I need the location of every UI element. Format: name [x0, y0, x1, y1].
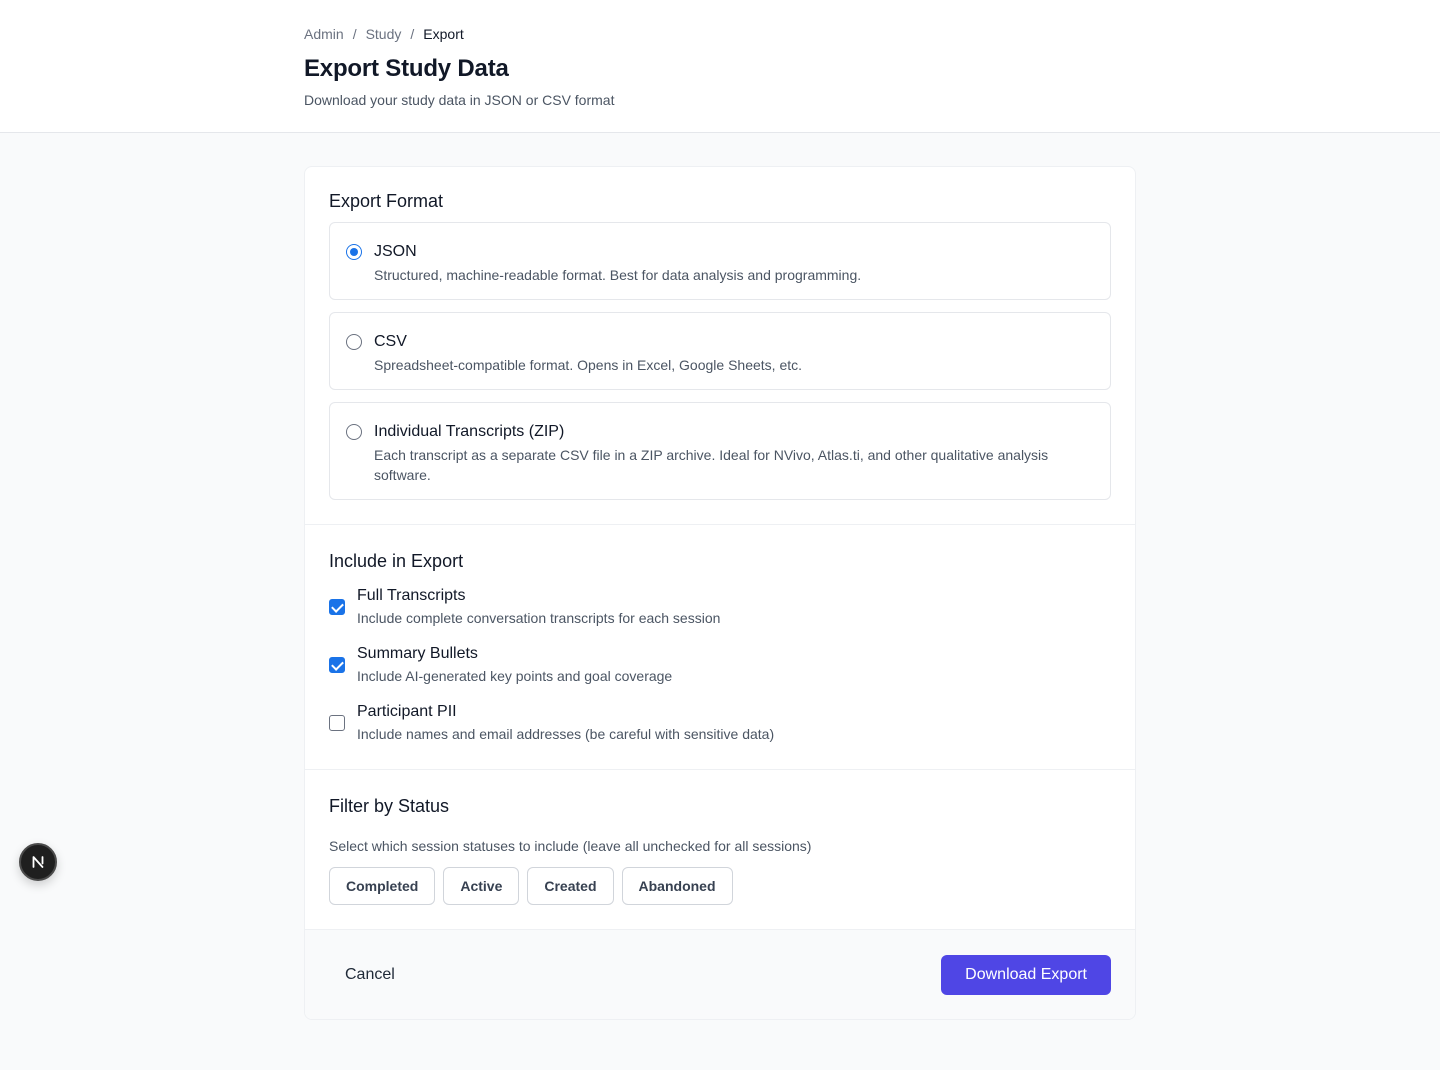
format-option-label: Individual Transcripts (ZIP)	[374, 423, 565, 440]
cancel-button[interactable]: Cancel	[329, 958, 411, 992]
export-format-section: Export Format JSON Structured, machine-r…	[305, 167, 1135, 524]
page-header: Admin / Study / Export Export Study Data…	[0, 0, 1440, 133]
include-participant-pii: Participant PII Include names and email …	[329, 702, 1111, 744]
status-filter-group: Completed Active Created Abandoned	[329, 867, 1111, 905]
format-option-label: JSON	[374, 243, 417, 260]
breadcrumb-current: Export	[423, 26, 464, 42]
export-card: Export Format JSON Structured, machine-r…	[304, 166, 1136, 1020]
section-title: Include in Export	[329, 551, 464, 571]
checkbox-description: Include complete conversation transcript…	[357, 610, 721, 626]
status-filter-completed[interactable]: Completed	[329, 867, 436, 905]
format-option-description: Spreadsheet-compatible format. Opens in …	[374, 357, 803, 373]
include-section: Include in Export Full Transcripts Inclu…	[305, 524, 1135, 769]
filter-help-text: Select which session statuses to include…	[329, 838, 812, 854]
breadcrumb-admin[interactable]: Admin	[304, 26, 344, 42]
breadcrumb-study[interactable]: Study	[366, 26, 402, 42]
checkbox-full-transcripts[interactable]	[329, 599, 345, 615]
status-filter-abandoned[interactable]: Abandoned	[621, 867, 733, 905]
checkbox-label: Full Transcripts	[357, 587, 466, 604]
radio-csv[interactable]	[346, 334, 362, 350]
section-title: Filter by Status	[329, 796, 450, 816]
include-summary-bullets: Summary Bullets Include AI-generated key…	[329, 644, 1111, 686]
checkbox-description: Include names and email addresses (be ca…	[357, 726, 775, 742]
checkbox-summary-bullets[interactable]	[329, 657, 345, 673]
format-option-description: Each transcript as a separate CSV file i…	[374, 447, 1049, 483]
filter-section: Filter by Status Select which session st…	[305, 769, 1135, 929]
checkbox-participant-pii[interactable]	[329, 715, 345, 731]
include-full-transcripts: Full Transcripts Include complete conver…	[329, 586, 1111, 628]
format-option-csv[interactable]: CSV Spreadsheet-compatible format. Opens…	[329, 312, 1111, 390]
page-title: Export Study Data	[304, 55, 509, 82]
format-option-json[interactable]: JSON Structured, machine-readable format…	[329, 222, 1111, 300]
format-option-description: Structured, machine-readable format. Bes…	[374, 267, 862, 283]
radio-zip[interactable]	[346, 424, 362, 440]
page-subtitle: Download your study data in JSON or CSV …	[304, 92, 615, 108]
card-footer: Cancel Download Export	[305, 929, 1135, 1019]
section-title: Export Format	[329, 191, 444, 211]
checkbox-label: Participant PII	[357, 703, 457, 720]
checkbox-label: Summary Bullets	[357, 645, 478, 662]
status-filter-active[interactable]: Active	[443, 867, 520, 905]
download-export-button[interactable]: Download Export	[941, 954, 1111, 995]
checkbox-description: Include AI-generated key points and goal…	[357, 668, 673, 684]
nextjs-dev-badge[interactable]	[19, 843, 57, 881]
radio-json[interactable]	[346, 244, 362, 260]
format-options: JSON Structured, machine-readable format…	[329, 222, 1111, 500]
breadcrumb-separator: /	[352, 26, 357, 42]
nextjs-logo-icon	[32, 856, 44, 868]
format-option-zip[interactable]: Individual Transcripts (ZIP) Each transc…	[329, 402, 1111, 500]
status-filter-created[interactable]: Created	[527, 867, 614, 905]
format-option-label: CSV	[374, 333, 407, 350]
breadcrumb-separator: /	[410, 26, 415, 42]
breadcrumb: Admin / Study / Export	[304, 25, 1440, 43]
include-options: Full Transcripts Include complete conver…	[329, 586, 1111, 744]
